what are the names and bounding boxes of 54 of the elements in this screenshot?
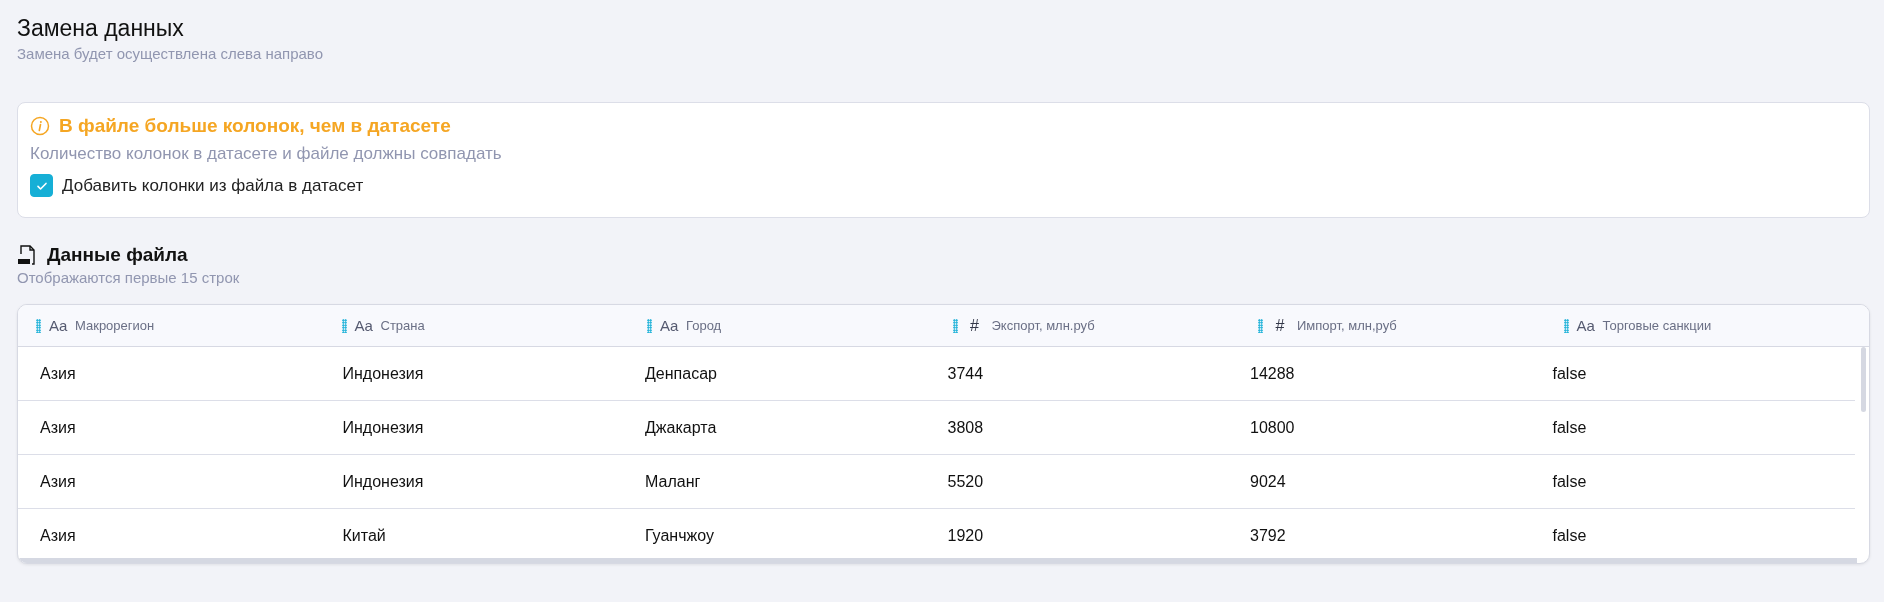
scrollbar[interactable] <box>1861 347 1866 412</box>
checkbox[interactable] <box>30 174 53 197</box>
drag-handle-icon[interactable] <box>341 318 347 333</box>
table-cell-text: 3744 <box>947 364 985 383</box>
table-cell-text: Индонезия <box>342 418 425 437</box>
table-cell-text: 9024 <box>1250 472 1287 491</box>
table-cell-text: 5520 <box>947 472 985 491</box>
column-header: Торговые санкции <box>1602 318 1712 333</box>
table-cell-text: 14288 <box>1250 364 1296 383</box>
table-cell-text: 1920 <box>947 526 985 545</box>
table-cell-text: Азия <box>40 418 77 437</box>
drag-handle-icon[interactable] <box>952 318 958 333</box>
table-cell-text: Маланг <box>645 472 702 491</box>
table-cell-text: false <box>1552 364 1588 383</box>
table-cell-text: false <box>1552 418 1588 437</box>
text-type-icon: Aa <box>660 317 678 334</box>
table-cell-text: Денпасар <box>645 364 718 383</box>
table-cell-text: Азия <box>40 526 77 545</box>
section-title: Данные файла <box>47 244 188 266</box>
column-header: Город <box>686 318 722 333</box>
table-cell-text: Азия <box>40 364 77 383</box>
drag-handle-icon[interactable] <box>1563 318 1569 333</box>
drag-handle-icon[interactable] <box>36 318 41 333</box>
scrollbar[interactable] <box>18 558 1857 563</box>
alert-message: Количество колонок в датасете и файле должны совпадать <box>30 144 503 164</box>
column-header: Макрорегион <box>75 318 155 333</box>
table-cell-text: Индонезия <box>342 364 425 383</box>
section-subtitle: Отображаются первые 15 строк <box>17 268 241 288</box>
text-type-icon: Aa <box>354 317 373 334</box>
drag-handle-icon[interactable] <box>1258 318 1263 333</box>
table-cell-text: Джакарта <box>645 418 718 437</box>
page-title: Замена данных <box>17 14 185 42</box>
table-cell-text: 3808 <box>947 418 985 437</box>
drag-handle-icon[interactable] <box>647 318 652 333</box>
checkbox-label[interactable]: Добавить колонки из файла в датасет <box>62 175 364 196</box>
number-type-icon: # <box>965 316 984 335</box>
xls-file-icon <box>17 244 37 266</box>
page-subtitle: Замена будет осуществлена слева направо <box>17 44 324 64</box>
table-cell-text: Китай <box>342 526 387 545</box>
table-cell-text: Индонезия <box>342 472 425 491</box>
text-type-icon: Aa <box>49 317 67 334</box>
table-cell-text: 10800 <box>1250 418 1296 437</box>
number-type-icon: # <box>1271 316 1289 335</box>
column-header: Импорт, млн,руб <box>1297 318 1397 333</box>
table-cell-text: Гуанчжоу <box>645 526 715 545</box>
info-icon <box>30 116 50 136</box>
table-cell-text: Азия <box>40 472 77 491</box>
table-cell-text: false <box>1552 472 1588 491</box>
table-cell-text: false <box>1552 526 1588 545</box>
table-cell-text: 3792 <box>1250 526 1287 545</box>
column-header: Экспорт, млн.руб <box>991 318 1095 333</box>
column-header: Страна <box>380 318 425 333</box>
text-type-icon: Aa <box>1576 317 1595 334</box>
alert-title: В файле больше колонок, чем в датасете <box>59 115 451 137</box>
